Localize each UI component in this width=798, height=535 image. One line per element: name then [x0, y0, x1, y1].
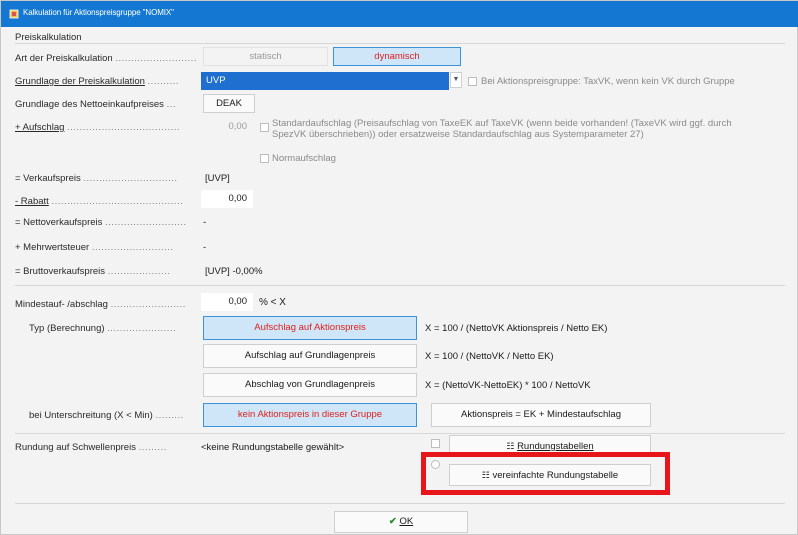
mindest-input[interactable]: 0,00 [201, 293, 253, 311]
mindest-unit: % < X [259, 297, 286, 308]
chevron-down-icon[interactable]: ▼ [450, 72, 462, 88]
unterschreitung-label: bei Unterschreitung (X < Min) ......... [29, 410, 184, 421]
section-title: Preiskalkulation [15, 32, 82, 43]
rundung-label: Rundung auf Schwellenpreis ......... [15, 442, 167, 453]
typ-abschlag-grundlagenpreis-button[interactable]: Abschlag von Grundlagenpreis [203, 373, 417, 397]
typ-formula-2: X = 100 / (NettoVK / Netto EK) [425, 351, 554, 362]
table-icon: ☷ [506, 441, 515, 451]
mindest-label: Mindestauf- /abschlag ..................… [15, 299, 186, 310]
typ-aufschlag-grundlagenpreis-button[interactable]: Aufschlag auf Grundlagenpreis [203, 344, 417, 368]
mehrwertsteuer-value: - [203, 242, 207, 253]
typ-formula-3: X = (NettoVK-NettoEK) * 100 / NettoVK [425, 380, 591, 391]
grundlage-select[interactable]: UVP [201, 72, 449, 90]
divider-mindest [15, 285, 785, 286]
highlight-annotation [421, 452, 670, 495]
kalkulation-dialog: Kalkulation für Aktionspreisgruppe "NOMI… [0, 0, 798, 535]
window-title: Kalkulation für Aktionspreisgruppe "NOMI… [23, 8, 174, 17]
rundung-value: <keine Rundungstabelle gewählt> [201, 442, 345, 453]
standardaufschlag-checkbox[interactable] [260, 123, 269, 132]
aktionspreis-ek-button[interactable]: Aktionspreis = EK + Mindestaufschlag [431, 403, 651, 427]
divider-footer [15, 503, 785, 504]
aufschlag-label: + Aufschlag ............................… [15, 122, 181, 133]
bruttoverkaufspreis-label: = Bruttoverkaufspreis ..................… [15, 266, 171, 277]
rabatt-label: - Rabatt ...............................… [15, 196, 184, 207]
taxvk-checkbox-label: Bei Aktionspreisgruppe: TaxVK, wenn kein… [481, 76, 735, 87]
rundungstabellen-radio[interactable] [431, 439, 440, 448]
statisch-button[interactable]: statisch [203, 47, 328, 66]
nettoverkaufspreis-value: - [203, 217, 207, 228]
typ-aufschlag-aktionspreis-button[interactable]: Aufschlag auf Aktionspreis [203, 316, 417, 340]
bruttoverkaufspreis-value: [UVP] -0,00% [205, 266, 263, 277]
art-label: Art der Preiskalkulation ...............… [15, 53, 197, 64]
taxvk-checkbox[interactable] [468, 77, 477, 86]
app-icon [9, 9, 19, 19]
grundlage-label: Grundlage der Preiskalkulation .........… [15, 76, 179, 87]
verkaufspreis-value: [UVP] [205, 173, 230, 184]
rabatt-input[interactable]: 0,00 [201, 190, 253, 208]
normaufschlag-checkbox[interactable] [260, 154, 269, 163]
nettoverkaufspreis-label: = Nettoverkaufspreis ...................… [15, 217, 187, 228]
kein-aktionspreis-button[interactable]: kein Aktionspreis in dieser Gruppe [203, 403, 417, 427]
normaufschlag-label: Normaufschlag [272, 153, 336, 164]
checkmark-icon: ✔ [388, 516, 397, 527]
typ-label: Typ (Berechnung) ...................... [29, 323, 177, 334]
divider-rundung [15, 433, 785, 434]
aufschlag-input[interactable]: 0,00 [201, 118, 253, 136]
title-bar: Kalkulation für Aktionspreisgruppe "NOMI… [1, 1, 798, 27]
verkaufspreis-label: = Verkaufspreis ........................… [15, 173, 178, 184]
netto-ek-label: Grundlage des Nettoeinkaufpreises ... [15, 99, 176, 110]
dynamisch-button[interactable]: dynamisch [333, 47, 461, 66]
typ-formula-1: X = 100 / (NettoVK Aktionspreis / Netto … [425, 323, 608, 334]
standardaufschlag-note: Standardaufschlag (Preisaufschlag von Ta… [272, 118, 732, 140]
deak-button[interactable]: DEAK [203, 94, 255, 113]
ok-button[interactable]: ✔ OK [334, 511, 468, 533]
mehrwertsteuer-label: + Mehrwertsteuer .......................… [15, 242, 174, 253]
section-divider [15, 43, 785, 44]
